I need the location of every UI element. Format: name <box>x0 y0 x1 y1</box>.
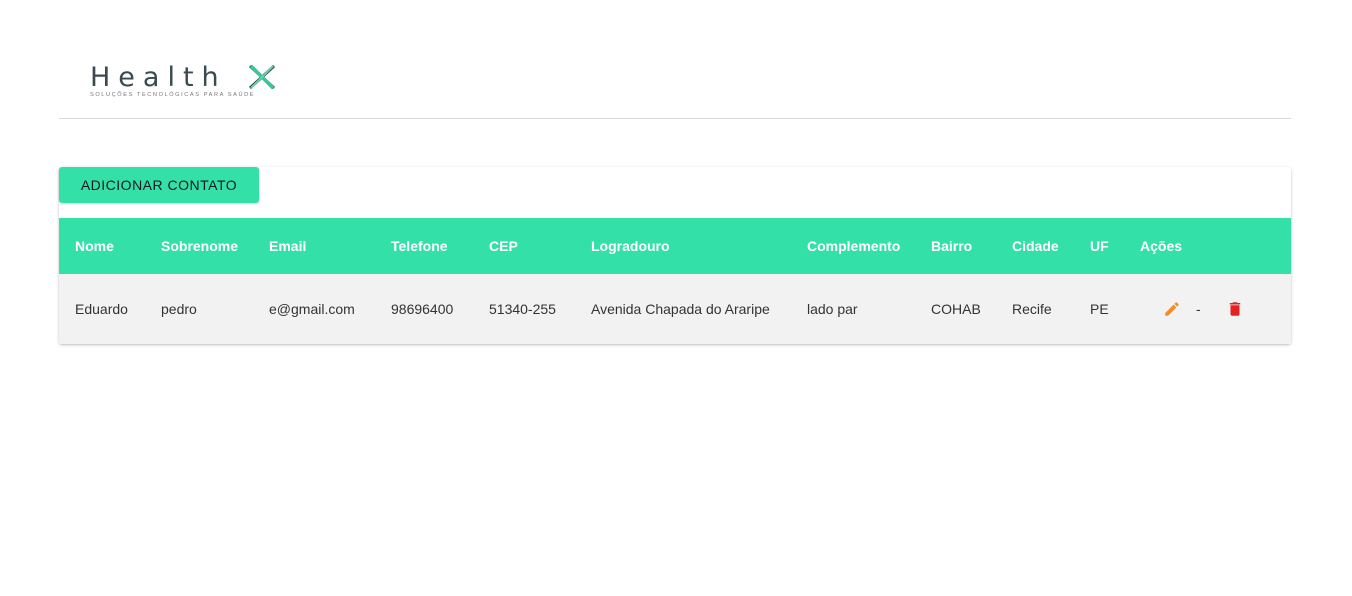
actions-separator: - <box>1196 301 1201 317</box>
table-row: Eduardo pedro e@gmail.com 98696400 51340… <box>59 274 1291 344</box>
header-logradouro: Logradouro <box>591 238 670 254</box>
add-contact-button[interactable]: ADICIONAR CONTATO <box>59 167 259 203</box>
header-cidade: Cidade <box>1012 238 1059 254</box>
header-acoes: Ações <box>1140 238 1183 254</box>
table-header-row: Nome Sobrenome Email Telefone CEP Lograd… <box>59 218 1291 274</box>
cell-acoes: - <box>1140 274 1291 344</box>
header-complemento: Complemento <box>807 238 901 254</box>
header-cep: CEP <box>489 238 518 254</box>
header-email: Email <box>269 238 307 254</box>
logo-x-icon <box>248 64 276 90</box>
header-bairro: Bairro <box>931 238 973 254</box>
header-nome: Nome <box>75 238 114 254</box>
cell-complemento: lado par <box>807 301 858 317</box>
healthx-logo: Health Soluções Tecnológicas para Saúde <box>90 60 310 104</box>
contacts-card: ADICIONAR CONTATO Nome Sobrenome Email T… <box>59 167 1291 344</box>
cell-cep: 51340-255 <box>489 301 556 317</box>
cell-cidade: Recife <box>1012 301 1052 317</box>
logo-tagline: Soluções Tecnológicas para Saúde <box>90 92 256 98</box>
cell-email: e@gmail.com <box>269 301 355 317</box>
cell-telefone: 98696400 <box>391 301 454 317</box>
logo-wordmark: Health <box>90 62 227 93</box>
pencil-icon[interactable] <box>1162 299 1182 319</box>
cell-nome: Eduardo <box>75 301 128 317</box>
cell-uf: PE <box>1090 301 1109 317</box>
contacts-table: Nome Sobrenome Email Telefone CEP Lograd… <box>59 218 1291 344</box>
header-sobrenome: Sobrenome <box>161 238 239 254</box>
trash-icon[interactable] <box>1225 299 1245 319</box>
page-header: Health Soluções Tecnológicas para Saúde <box>59 0 1291 119</box>
cell-sobrenome: pedro <box>161 301 197 317</box>
row-actions: - <box>1140 299 1291 319</box>
cell-bairro: COHAB <box>931 301 981 317</box>
header-uf: UF <box>1090 238 1109 254</box>
header-telefone: Telefone <box>391 238 448 254</box>
cell-logradouro: Avenida Chapada do Araripe <box>591 301 770 317</box>
